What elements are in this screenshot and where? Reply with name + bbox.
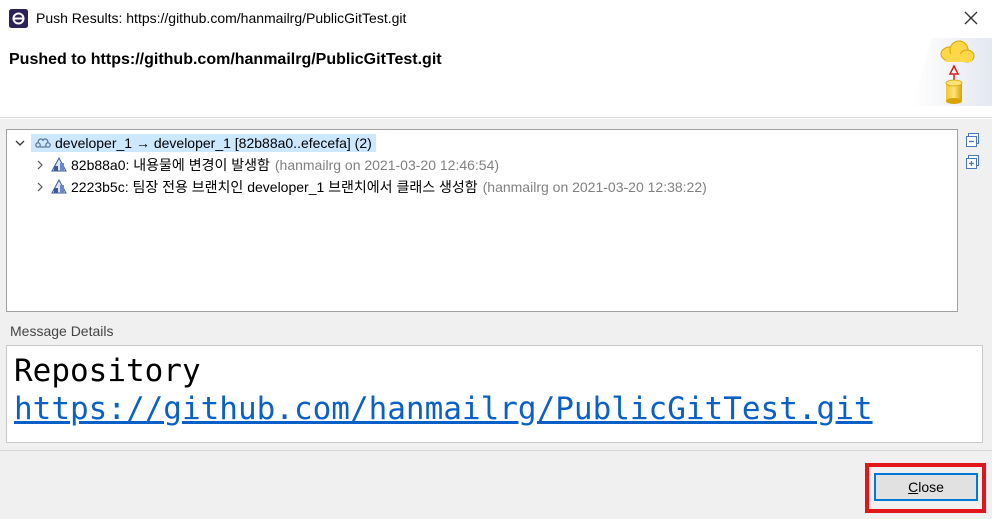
footer-separator (0, 450, 992, 451)
commit-message: 2223b5c: 팀장 전용 브랜치인 developer_1 브랜치에서 클래… (71, 179, 478, 195)
tree-root-label: developer_1 → developer_1 [82b88a0..efec… (55, 135, 372, 151)
collapse-all-icon[interactable] (965, 132, 981, 148)
eclipse-icon (9, 9, 28, 28)
chevron-down-icon[interactable] (13, 136, 27, 150)
message-line-repository: Repository (14, 353, 201, 389)
repository-link[interactable]: https://github.com/hanmailrg/PublicGitTe… (14, 390, 975, 428)
close-button-highlight: Close (865, 463, 986, 513)
tree-commit-row[interactable]: 82b88a0: 내용물에 변경이 발생함 (hanmailrg on 2021… (33, 154, 499, 176)
close-button-mnemonic: C (908, 479, 919, 495)
tree-commit-row[interactable]: 2223b5c: 팀장 전용 브랜치인 developer_1 브랜치에서 클래… (33, 176, 707, 198)
push-results-tree[interactable]: developer_1 → developer_1 [82b88a0..efec… (6, 129, 958, 312)
close-button[interactable]: Close (874, 473, 978, 501)
branch-icon (35, 138, 51, 148)
header-title: Pushed to https://github.com/hanmailrg/P… (9, 51, 442, 68)
dialog-header: Pushed to https://github.com/hanmailrg/P… (0, 36, 992, 118)
window-title: Push Results: https://github.com/hanmail… (36, 10, 407, 26)
dialog-body: developer_1 → developer_1 [82b88a0..efec… (0, 119, 992, 519)
message-details-text[interactable]: Repository https://github.com/hanmailrg/… (6, 345, 983, 443)
chevron-right-icon[interactable] (33, 158, 47, 172)
commit-meta: (hanmailrg on 2021-03-20 12:38:22) (482, 179, 707, 195)
message-details-label: Message Details (10, 323, 114, 339)
chevron-right-icon[interactable] (33, 180, 47, 194)
cloud-push-icon (912, 38, 992, 106)
tree-root-row[interactable]: developer_1 → developer_1 [82b88a0..efec… (13, 132, 376, 154)
close-button-label: lose (918, 479, 944, 495)
expand-all-icon[interactable] (965, 154, 981, 170)
commit-meta: (hanmailrg on 2021-03-20 12:46:54) (274, 157, 500, 173)
commit-icon (51, 179, 67, 194)
title-bar: Push Results: https://github.com/hanmail… (0, 0, 992, 36)
window-close-button[interactable] (958, 5, 984, 31)
close-icon (964, 11, 978, 25)
commit-icon (51, 157, 67, 172)
commit-message: 82b88a0: 내용물에 변경이 발생함 (71, 157, 270, 173)
